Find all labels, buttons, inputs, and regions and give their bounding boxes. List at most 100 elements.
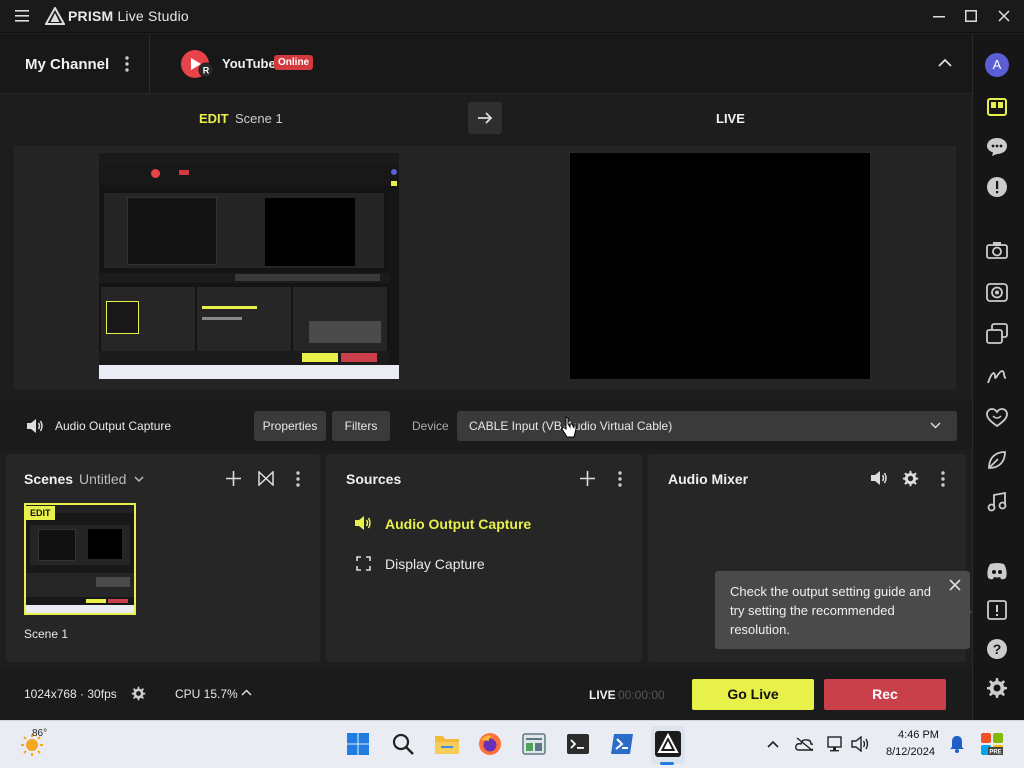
- firefox-icon[interactable]: [477, 731, 503, 757]
- mini-layout-icon: [391, 181, 397, 186]
- alert-icon[interactable]: [984, 174, 1010, 200]
- powershell-icon[interactable]: [609, 731, 635, 757]
- cpu-usage-label: CPU 15.7%: [175, 687, 238, 701]
- chat-icon[interactable]: [984, 134, 1010, 160]
- properties-button[interactable]: Properties: [254, 411, 326, 441]
- mini-device-select: [235, 274, 380, 281]
- copilot-pre-icon[interactable]: PRE: [980, 732, 1004, 756]
- mini-title-bar: [99, 153, 399, 165]
- edit-preview-screen[interactable]: [99, 153, 399, 379]
- thumb-go-live: [86, 599, 106, 603]
- resolution-fps-label: 1024x768 · 30fps: [24, 687, 117, 701]
- prism-taskbar-icon[interactable]: [655, 731, 681, 757]
- mini-avatar: [391, 169, 397, 175]
- thumb-live-screen: [88, 529, 122, 559]
- tooltip-close-icon[interactable]: [948, 578, 962, 592]
- thumb-taskbar: [26, 605, 134, 613]
- volume-icon[interactable]: [851, 735, 869, 753]
- edit-mode-label: EDIT: [199, 111, 229, 126]
- live-status-label: LIVE: [589, 688, 616, 702]
- thumb-tooltip: [96, 577, 130, 587]
- channel-more-icon[interactable]: [125, 56, 129, 72]
- add-source-button[interactable]: [580, 471, 595, 486]
- network-monitor-icon[interactable]: [827, 735, 845, 753]
- mini-live-screen: [265, 198, 355, 266]
- mouse-cursor-icon: [561, 416, 577, 438]
- scene-transition-icon[interactable]: [258, 471, 274, 486]
- collection-chevron-down-icon[interactable]: [134, 476, 144, 483]
- add-scene-button[interactable]: [226, 471, 241, 486]
- scenes-title: Scenes: [24, 471, 74, 487]
- mini-edit-screen: [127, 197, 217, 265]
- scene-collection-name[interactable]: Untitled: [79, 471, 126, 487]
- youtube-sub-letter: R: [203, 66, 210, 76]
- mixer-more-icon[interactable]: [941, 471, 945, 487]
- live-preview-screen[interactable]: [570, 153, 870, 379]
- cpu-chevron-up-icon[interactable]: [241, 689, 252, 696]
- layout-icon[interactable]: [984, 94, 1010, 120]
- mixer-settings-gear-icon[interactable]: [902, 470, 919, 487]
- notification-bell-icon[interactable]: [948, 735, 966, 753]
- help-icon[interactable]: ?: [984, 636, 1010, 662]
- mini-tooltip: [309, 321, 381, 343]
- weather-temperature: 86°: [32, 728, 48, 739]
- discord-icon[interactable]: [984, 558, 1010, 584]
- selected-source-name: Audio Output Capture: [55, 419, 172, 433]
- close-window-button[interactable]: [998, 10, 1010, 22]
- user-avatar[interactable]: A: [985, 53, 1009, 77]
- transition-arrow-button[interactable]: [468, 102, 502, 134]
- notice-icon[interactable]: [984, 597, 1010, 623]
- virtual-camera-icon[interactable]: [984, 279, 1010, 305]
- maximize-button[interactable]: [965, 10, 977, 22]
- device-label: Device: [412, 419, 449, 433]
- active-app-indicator: [660, 762, 674, 765]
- windows-taskbar: [0, 720, 1024, 768]
- platform-name: YouTube: [222, 56, 276, 71]
- music-icon[interactable]: [984, 489, 1010, 515]
- selected-source-speaker-icon: [26, 418, 44, 434]
- mini-online-badge: [179, 170, 189, 175]
- sources-more-icon[interactable]: [618, 471, 622, 487]
- capture-frame-icon: [356, 556, 371, 571]
- widget-leaf-icon[interactable]: [984, 447, 1010, 473]
- scene-name[interactable]: Scene 1: [24, 627, 68, 641]
- search-icon[interactable]: [390, 731, 416, 757]
- go-live-button[interactable]: Go Live: [692, 679, 814, 710]
- source-item-display-capture[interactable]: Display Capture: [385, 556, 485, 572]
- my-channel-label[interactable]: My Channel: [25, 56, 109, 73]
- layers-icon[interactable]: [984, 321, 1010, 347]
- tooltip-text: Check the output setting guide and try s…: [730, 584, 931, 637]
- mini-source-item: [202, 317, 242, 320]
- rec-button[interactable]: Rec: [824, 679, 946, 710]
- mini-scene-thumb: [106, 301, 139, 334]
- mini-channel-bar: [99, 165, 389, 185]
- clock-time[interactable]: 4:46 PM: [898, 729, 939, 741]
- mixer-volume-icon[interactable]: [870, 470, 888, 486]
- task-manager-icon[interactable]: [521, 731, 547, 757]
- filters-button[interactable]: Filters: [332, 411, 390, 441]
- settings-gear-icon[interactable]: [984, 675, 1010, 701]
- hamburger-menu-icon[interactable]: [15, 9, 29, 23]
- scene-edit-badge: EDIT: [26, 506, 55, 520]
- device-chevron-down-icon[interactable]: [930, 422, 941, 429]
- mini-taskbar: [99, 365, 399, 379]
- drawing-icon[interactable]: [984, 363, 1010, 389]
- collapse-chevron-up-icon[interactable]: [938, 58, 952, 67]
- terminal-icon[interactable]: [565, 731, 591, 757]
- file-explorer-icon[interactable]: [434, 731, 460, 757]
- windows-start-icon[interactable]: [345, 731, 371, 757]
- tray-chevron-up-icon[interactable]: [764, 735, 782, 753]
- output-settings-gear-icon[interactable]: [131, 686, 146, 701]
- donation-heart-icon[interactable]: [984, 405, 1010, 431]
- source-item-audio-output-capture[interactable]: Audio Output Capture: [385, 516, 531, 532]
- youtube-icon[interactable]: R: [180, 49, 216, 79]
- mini-rec: [341, 353, 377, 362]
- clock-date[interactable]: 8/12/2024: [886, 746, 935, 758]
- minimize-button[interactable]: [933, 16, 945, 18]
- onedrive-offline-icon[interactable]: [795, 735, 813, 753]
- mini-sidebar: [389, 165, 399, 379]
- scenes-more-icon[interactable]: [296, 471, 300, 487]
- channel-divider: [149, 34, 150, 94]
- camera-icon[interactable]: [984, 237, 1010, 263]
- channel-bar: [0, 34, 972, 94]
